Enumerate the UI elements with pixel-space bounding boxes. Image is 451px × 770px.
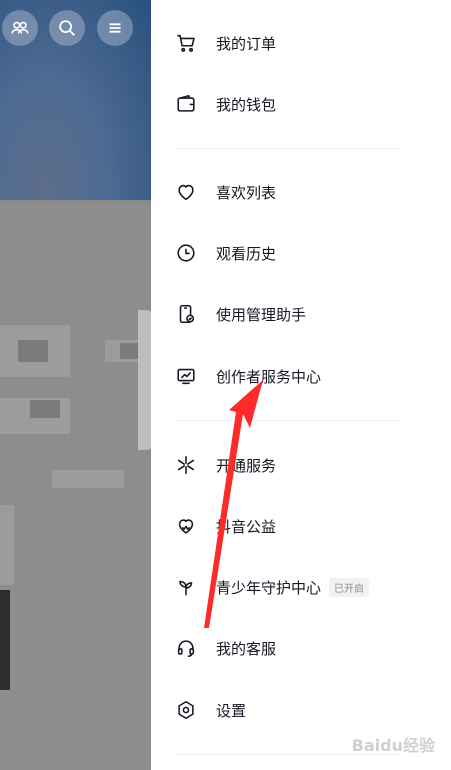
blurred-block xyxy=(52,470,124,488)
menu-item-history[interactable]: 观看历史 xyxy=(151,229,451,277)
blurred-block xyxy=(0,505,14,585)
menu-item-likes[interactable]: 喜欢列表 xyxy=(151,168,451,216)
phone-check-icon xyxy=(173,301,199,327)
status-badge: 已开启 xyxy=(329,577,369,597)
sprout-icon xyxy=(173,574,199,600)
blurred-block xyxy=(18,340,48,362)
menu-item-label: 青少年守护中心 xyxy=(216,578,322,597)
menu-item-services[interactable]: 开通服务 xyxy=(151,441,451,489)
creator-chart-icon xyxy=(173,363,199,389)
blurred-block xyxy=(30,400,60,418)
cart-icon xyxy=(173,30,199,56)
divider xyxy=(176,148,399,149)
dimmed-background[interactable] xyxy=(0,0,151,770)
menu-item-label: 观看历史 xyxy=(216,244,277,263)
menu-item-orders[interactable]: 我的订单 xyxy=(151,19,451,67)
menu-item-wallet[interactable]: 我的钱包 xyxy=(151,80,451,128)
menu-item-charity[interactable]: 抖音公益 xyxy=(151,502,451,550)
menu-item-label: 开通服务 xyxy=(216,456,277,475)
menu-item-usage-assistant[interactable]: 使用管理助手 xyxy=(151,290,451,338)
menu-item-label: 喜欢列表 xyxy=(216,183,277,202)
menu-item-label: 我的客服 xyxy=(216,639,277,658)
menu-item-settings[interactable]: 设置 xyxy=(151,686,451,734)
menu-item-creator-center[interactable]: 创作者服务中心 xyxy=(151,352,451,400)
divider xyxy=(176,420,399,421)
charity-heart-icon xyxy=(173,513,199,539)
menu-item-youth-center[interactable]: 青少年守护中心 已开启 xyxy=(151,563,451,611)
search-icon[interactable] xyxy=(49,10,85,46)
sparkle-icon xyxy=(173,452,199,478)
headset-icon xyxy=(173,635,199,661)
settings-icon xyxy=(173,697,199,723)
menu-item-customer-service[interactable]: 我的客服 xyxy=(151,624,451,672)
menu-item-label: 我的订单 xyxy=(216,34,277,53)
blurred-photo xyxy=(0,590,10,690)
menu-item-label: 我的钱包 xyxy=(216,95,277,114)
blurred-block xyxy=(120,343,140,359)
clock-icon xyxy=(173,240,199,266)
menu-item-label: 使用管理助手 xyxy=(216,305,307,324)
menu-item-label: 设置 xyxy=(216,701,247,720)
heart-icon xyxy=(173,179,199,205)
friends-icon[interactable] xyxy=(2,10,38,46)
menu-icon[interactable] xyxy=(97,10,133,46)
watermark-logo: Baidu经验 xyxy=(351,736,435,755)
menu-item-label: 创作者服务中心 xyxy=(216,367,322,386)
wallet-icon xyxy=(173,91,199,117)
side-drawer: 我的订单 我的钱包 喜欢列表 观看历史 使用管理助手 创作者服务中心 开通服务 … xyxy=(151,0,451,770)
menu-item-label: 抖音公益 xyxy=(216,517,277,536)
